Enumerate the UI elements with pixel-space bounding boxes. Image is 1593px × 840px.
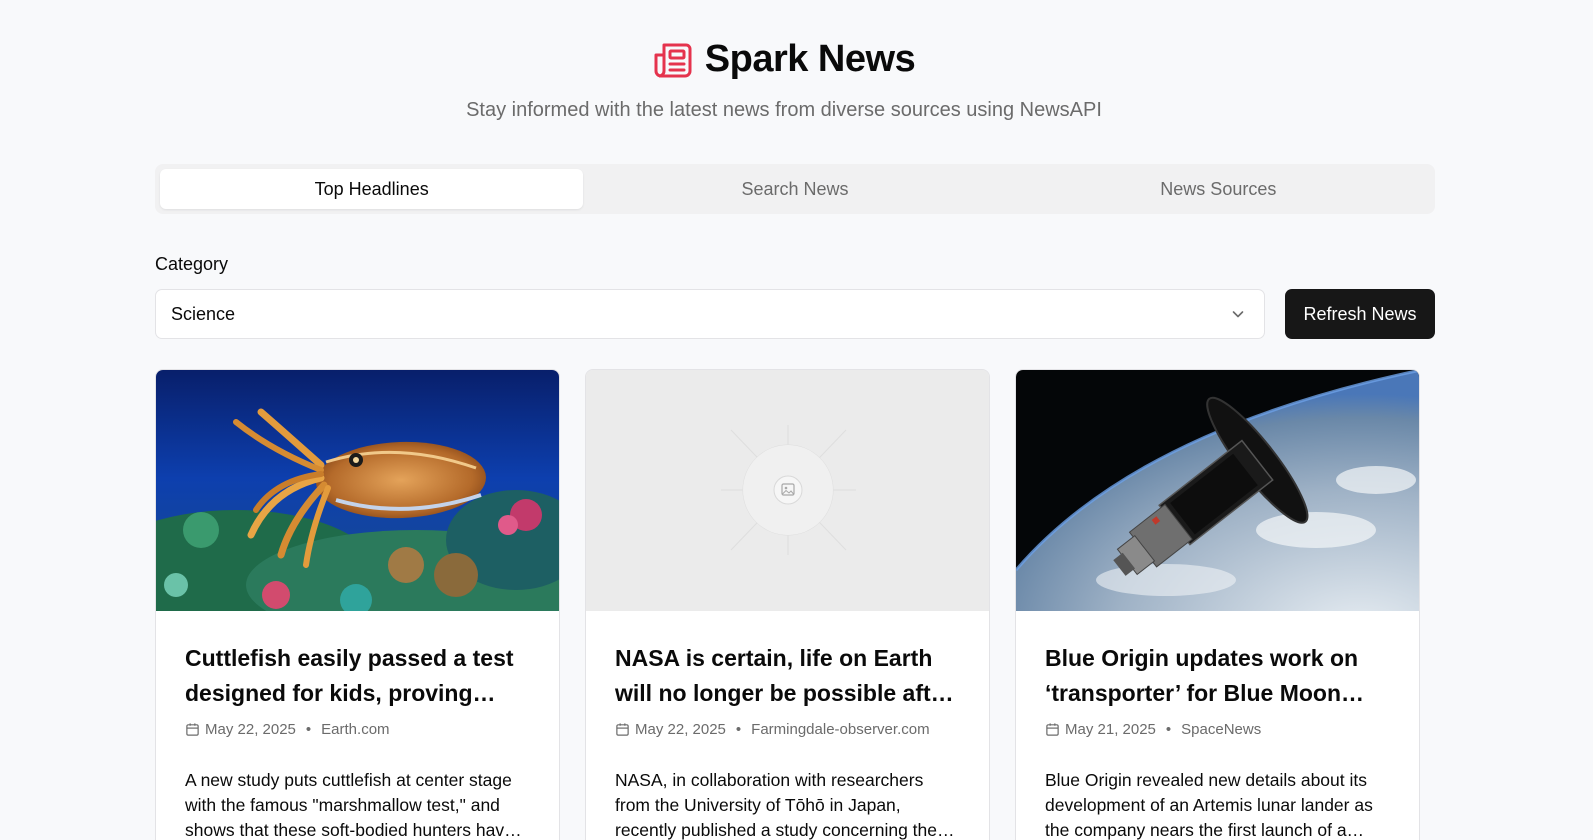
app-title: Spark News <box>704 38 916 80</box>
calendar-icon <box>616 723 629 736</box>
article-source: SpaceNews <box>1181 721 1262 738</box>
article-card[interactable]: Cuttlefish easily passed a test designed… <box>155 369 560 840</box>
meta-separator: • <box>1165 721 1172 738</box>
article-image-spacecraft[interactable] <box>1016 370 1419 611</box>
article-meta: May 22, 2025 • Earth.com <box>185 721 530 738</box>
article-meta: May 21, 2025 • SpaceNews <box>1045 721 1390 738</box>
meta-separator: • <box>735 721 742 738</box>
article-image-placeholder[interactable] <box>586 370 989 611</box>
article-source: Earth.com <box>321 721 390 738</box>
article-meta: May 22, 2025 • Farmingdale-observer.com <box>615 721 960 738</box>
tab-bar: Top Headlines Search News News Sources <box>155 164 1435 214</box>
category-select-value: Science <box>171 303 236 324</box>
chevron-down-icon <box>1232 311 1244 318</box>
article-card[interactable]: Blue Origin updates work on ‘transporter… <box>1015 369 1420 840</box>
tab-news-sources[interactable]: News Sources <box>1007 169 1430 209</box>
article-date: May 22, 2025 <box>635 721 726 738</box>
article-grid: Cuttlefish easily passed a test designed… <box>155 369 1435 840</box>
article-date: May 22, 2025 <box>205 721 296 738</box>
article-source: Farmingdale-observer.com <box>751 721 930 738</box>
meta-separator: • <box>305 721 312 738</box>
category-label: Category <box>155 254 229 274</box>
spacecraft-image <box>1016 370 1419 611</box>
brand: Spark News <box>653 38 916 81</box>
article-image-cuttlefish[interactable] <box>156 370 559 611</box>
tab-search-news[interactable]: Search News <box>583 169 1006 209</box>
article-card[interactable]: NASA is certain, life on Earth will no l… <box>585 369 990 840</box>
article-title[interactable]: NASA is certain, life on Earth will no l… <box>615 641 960 711</box>
app-subtitle: Stay informed with the latest news from … <box>466 98 1102 121</box>
article-description: Blue Origin revealed new details about i… <box>1045 770 1373 840</box>
article-title[interactable]: Cuttlefish easily passed a test designed… <box>185 641 530 711</box>
article-date: May 21, 2025 <box>1065 721 1156 738</box>
article-description: NASA, in collaboration with researchers … <box>615 770 955 840</box>
calendar-icon <box>1046 723 1059 736</box>
article-title[interactable]: Blue Origin updates work on ‘transporter… <box>1045 641 1390 711</box>
tab-top-headlines[interactable]: Top Headlines <box>160 169 584 209</box>
category-select[interactable]: Science <box>155 289 1265 339</box>
newspaper-icon <box>654 43 692 77</box>
calendar-icon <box>186 723 199 736</box>
image-placeholder-graphic <box>586 370 989 611</box>
page-header: Spark News Stay informed with the latest… <box>0 38 1568 122</box>
refresh-news-button[interactable]: Refresh News <box>1285 289 1435 339</box>
article-description: A new study puts cuttlefish at center st… <box>185 770 522 840</box>
cuttlefish-image <box>156 370 559 611</box>
